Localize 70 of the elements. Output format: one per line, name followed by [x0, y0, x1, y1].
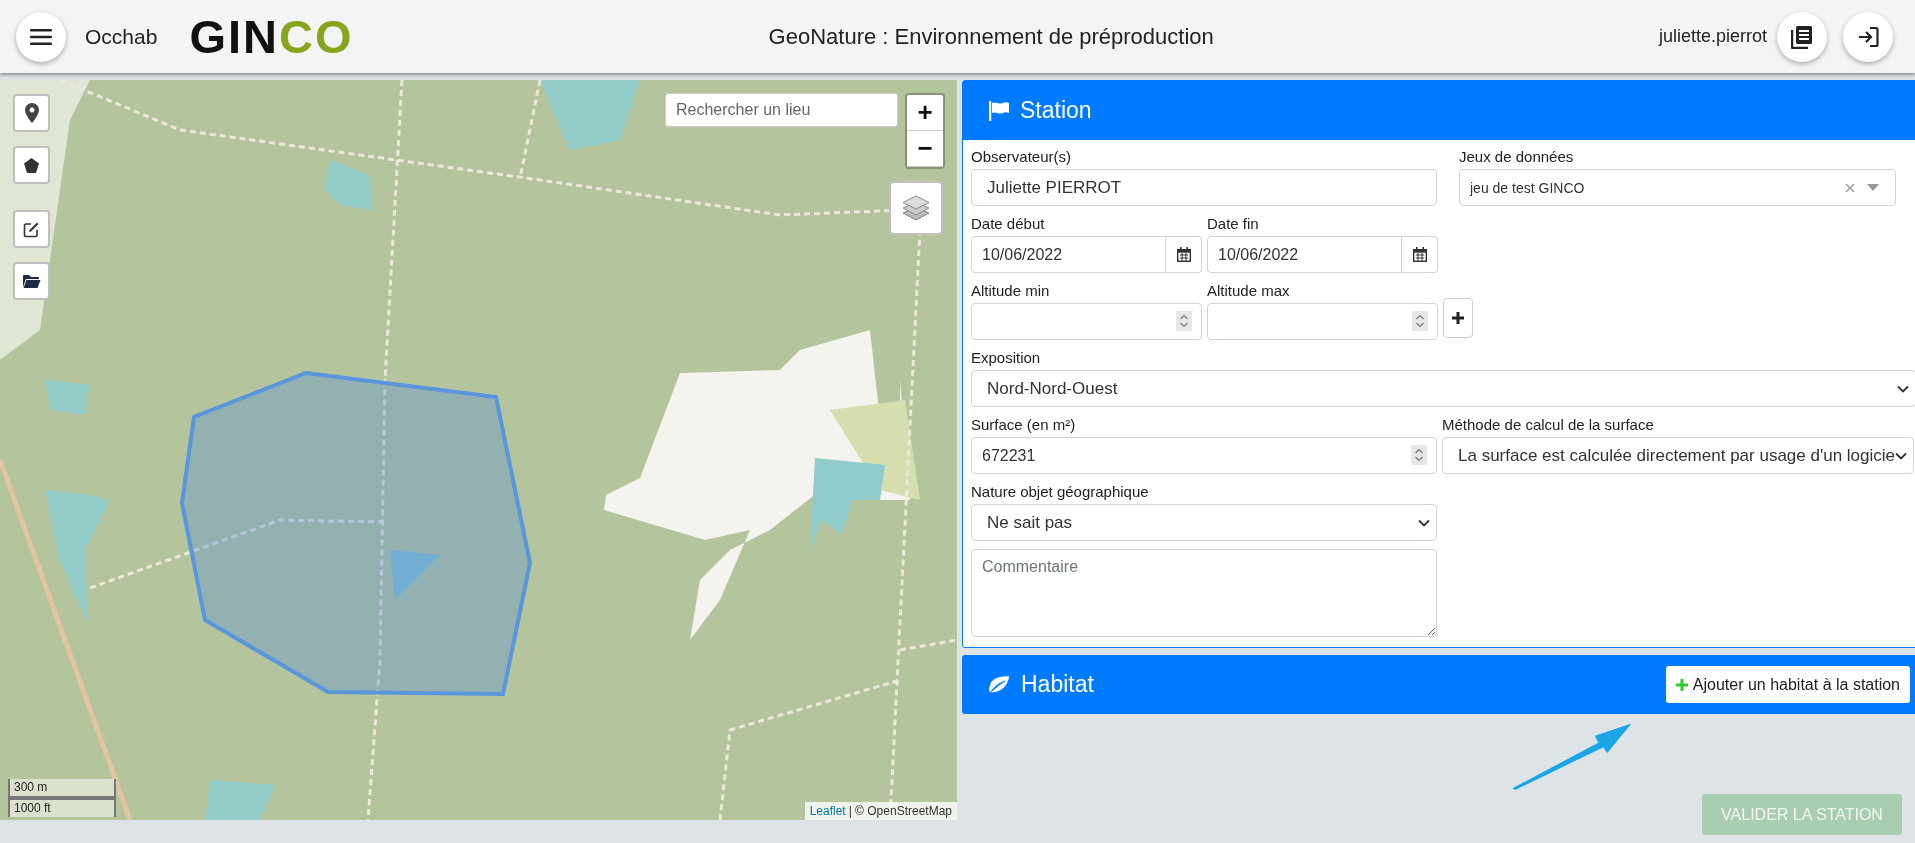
spinner-icon[interactable]: [1176, 311, 1192, 331]
edit-tool-button[interactable]: [13, 210, 50, 248]
field-label: Date début: [971, 215, 1046, 232]
logout-button[interactable]: [1843, 11, 1893, 62]
field-label: Altitude min: [971, 282, 1051, 299]
geographic-nature-select[interactable]: Ne sait pas: [971, 504, 1437, 541]
spinner-icon[interactable]: [1412, 311, 1428, 331]
page-title: GeoNature : Environnement de préproduction: [767, 23, 1215, 50]
leaf-icon: [987, 674, 1011, 695]
calendar-icon: [1176, 247, 1191, 262]
zoom-out-button[interactable]: −: [907, 131, 943, 167]
dataset-select[interactable]: jeu de test GINCO: [1459, 169, 1896, 206]
add-altitude-button[interactable]: [1443, 298, 1473, 338]
scale-bar: 1000 ft: [8, 798, 116, 817]
chevron-down-icon: [1897, 384, 1909, 393]
habitat-title: Habitat: [1021, 671, 1094, 698]
marker-tool-button[interactable]: [13, 94, 50, 132]
folder-icon: [22, 273, 41, 289]
start-date-field[interactable]: 10/06/2022: [971, 236, 1166, 273]
place-search-field[interactable]: Rechercher un lieu: [665, 93, 898, 127]
field-label: Observateur(s): [971, 148, 1073, 165]
plus-icon: [1675, 678, 1688, 691]
menu-icon: [30, 27, 52, 46]
attribution-text: | © OpenStreetMap: [848, 804, 952, 818]
altitude-max-field[interactable]: [1207, 303, 1438, 340]
dataset-value: jeu de test GINCO: [1470, 179, 1586, 196]
add-habitat-button[interactable]: Ajouter un habitat à la station: [1665, 666, 1910, 703]
app-name: Occhab: [85, 24, 158, 49]
calendar-button[interactable]: [1166, 236, 1202, 273]
field-label: Jeux de données: [1459, 148, 1575, 165]
logo: GINCO: [189, 13, 354, 60]
field-label: Date fin: [1207, 215, 1260, 232]
leaflet-link[interactable]: Leaflet: [809, 804, 846, 818]
chevron-down-icon: [1895, 451, 1907, 460]
book-icon: [1791, 24, 1813, 49]
field-label: Surface (en m²): [971, 416, 1077, 433]
field-label: Exposition: [971, 349, 1042, 366]
zoom-in-button[interactable]: +: [907, 95, 943, 131]
field-label: Nature objet géographique: [971, 483, 1150, 500]
polygon-tool-button[interactable]: [13, 146, 50, 184]
plus-icon: [1451, 311, 1465, 325]
import-file-button[interactable]: [13, 262, 50, 300]
scale-bar: 300 m: [8, 779, 116, 798]
observers-field[interactable]: Juliette PIERROT: [971, 169, 1437, 206]
pentagon-icon: [23, 156, 40, 174]
calendar-button[interactable]: [1402, 236, 1438, 273]
surface-method-select[interactable]: La surface est calculée directement par usage d'un logicie: [1442, 437, 1914, 474]
surface-field[interactable]: 672231: [971, 437, 1437, 474]
end-date-field[interactable]: 10/06/2022: [1207, 236, 1402, 273]
documentation-button[interactable]: [1777, 11, 1827, 62]
logout-icon: [1857, 25, 1879, 48]
exposition-select[interactable]: Nord-Nord-Ouest: [971, 370, 1915, 407]
spinner-icon[interactable]: [1411, 445, 1427, 465]
layers-button[interactable]: [889, 181, 943, 235]
field-label: Méthode de calcul de la surface: [1442, 416, 1655, 433]
menu-button[interactable]: [16, 11, 66, 62]
field-label: Altitude max: [1207, 282, 1291, 299]
layers-icon: [901, 194, 931, 222]
calendar-icon: [1412, 247, 1427, 262]
flag-icon: [988, 100, 1010, 121]
dropdown-caret-icon: [1867, 184, 1879, 191]
station-title: Station: [1020, 97, 1092, 124]
user-name: juliette.pierrot: [1658, 26, 1767, 47]
chevron-down-icon: [1418, 518, 1430, 527]
map-pin-icon: [24, 103, 39, 123]
clear-icon[interactable]: [1845, 182, 1855, 193]
altitude-min-field[interactable]: [971, 303, 1202, 340]
map[interactable]: Rechercher un lieu + − 300 m 1000 ft Leaflet | © OpenStreetMap: [0, 80, 957, 820]
comment-field[interactable]: Commentaire: [971, 549, 1437, 637]
edit-icon: [23, 220, 40, 238]
